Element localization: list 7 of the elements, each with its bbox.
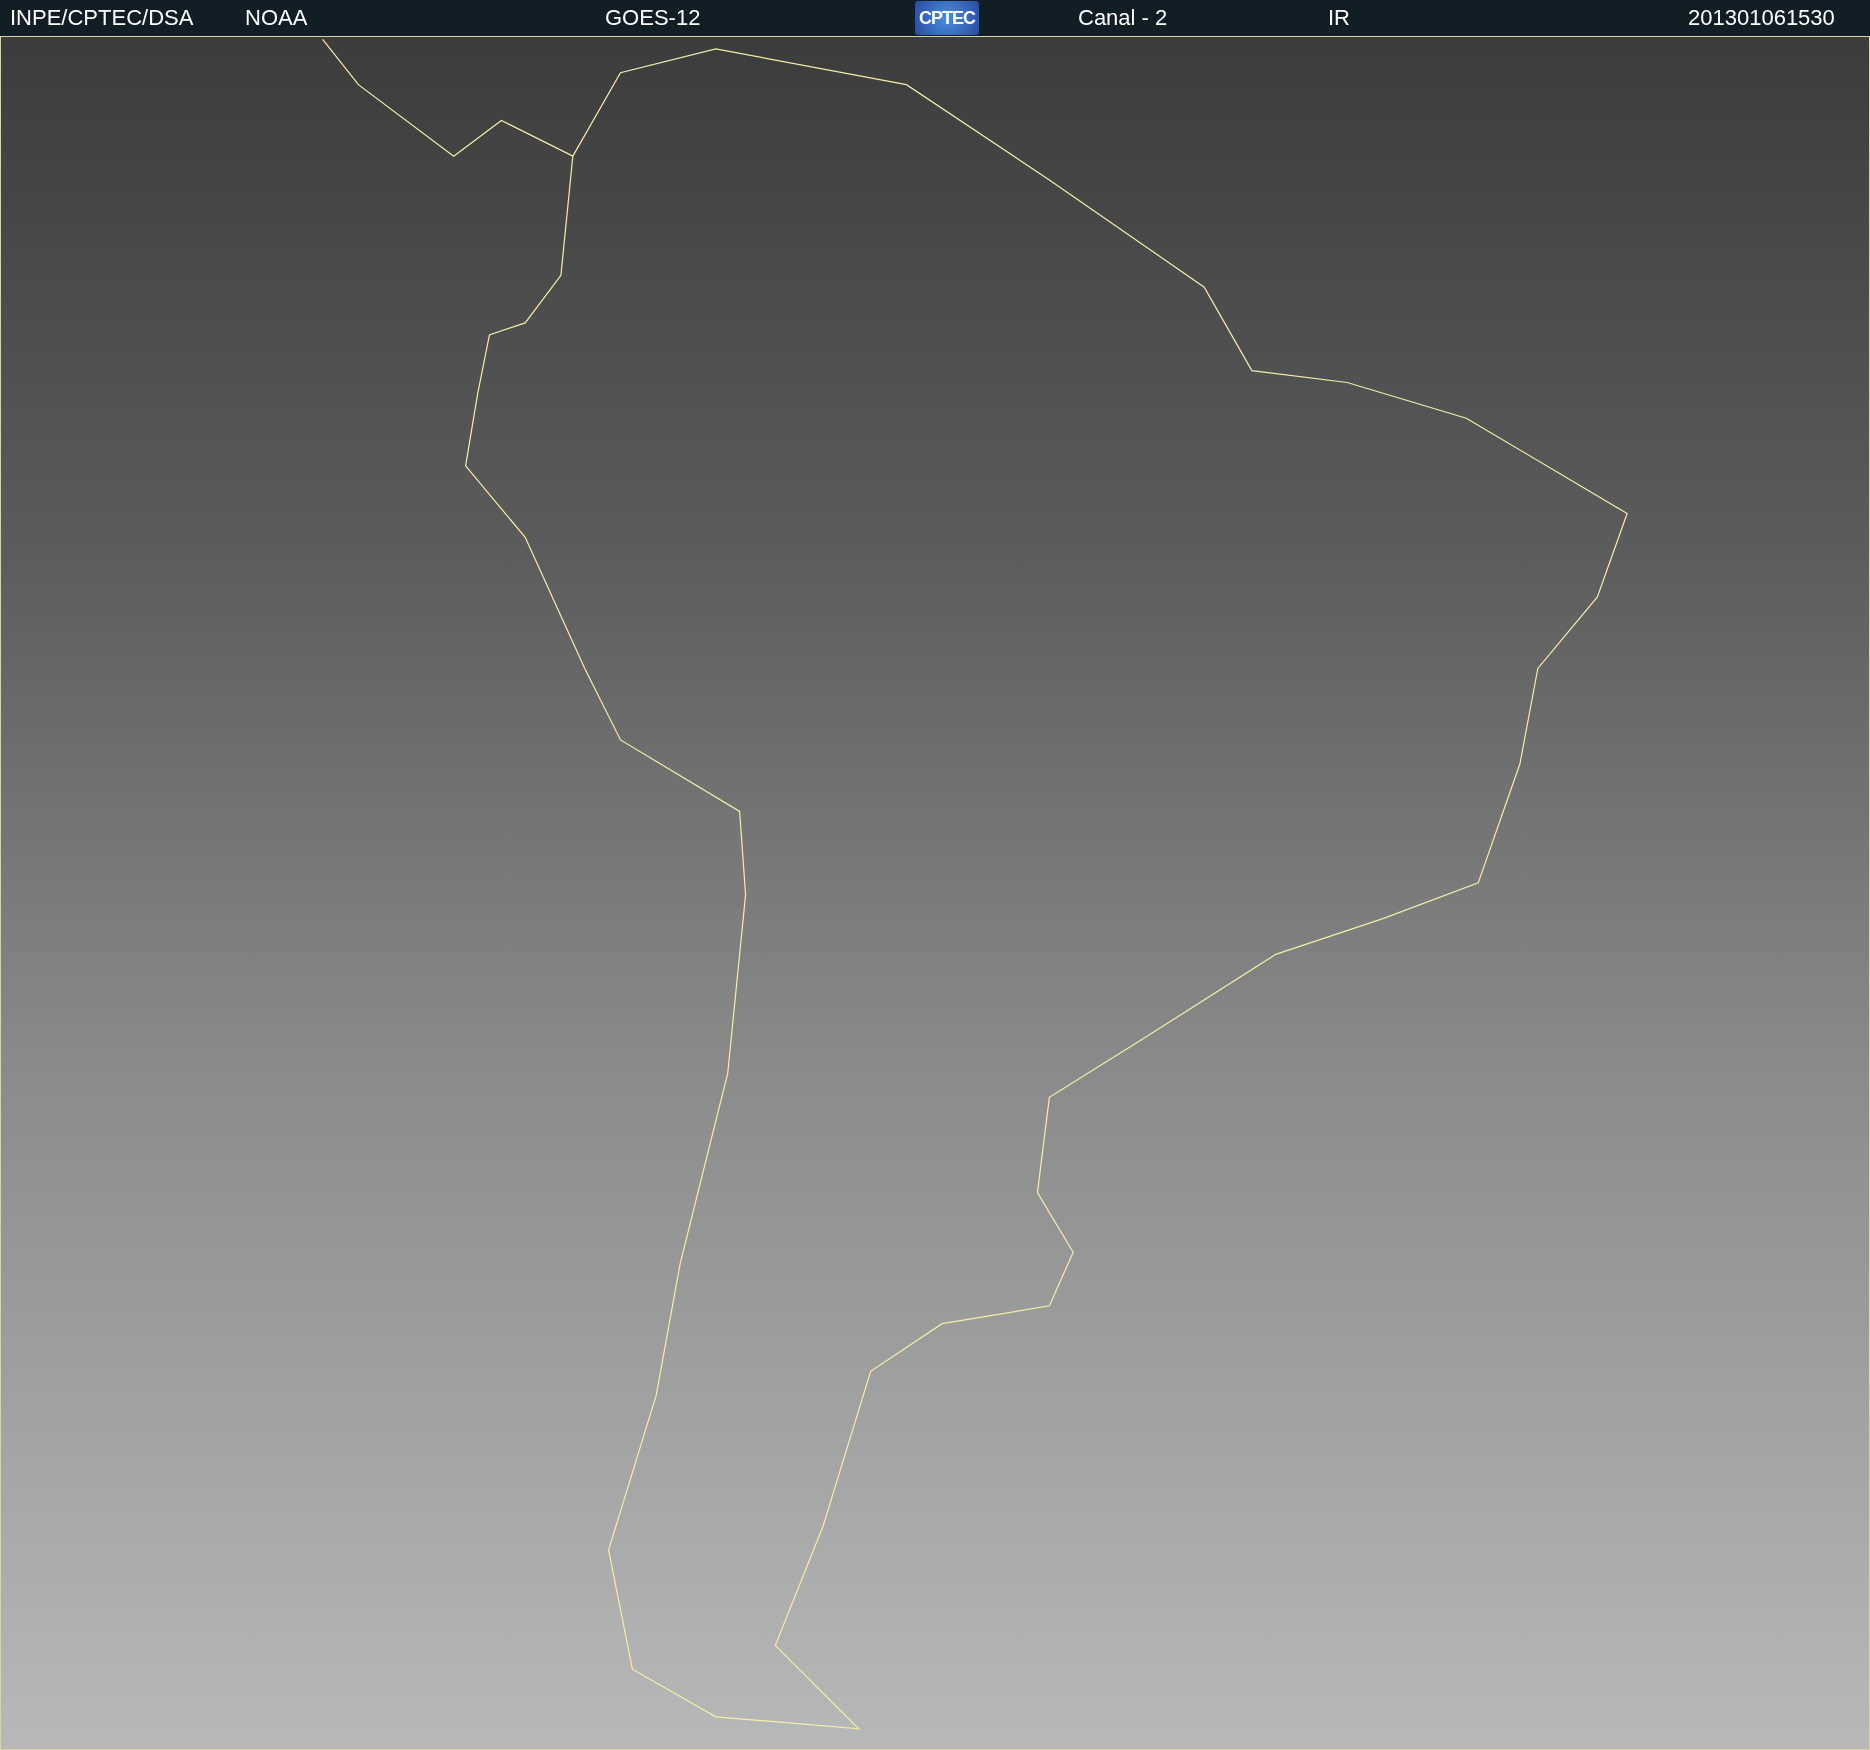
header-label: Canal - 2 bbox=[1078, 5, 1168, 31]
logo: CPTEC bbox=[915, 1, 979, 35]
header-label: NOAA bbox=[245, 5, 308, 31]
header-label: GOES-12 bbox=[605, 5, 701, 31]
header-label: INPE/CPTEC/DSA bbox=[10, 5, 194, 31]
timestamp: 201301061530 bbox=[1688, 5, 1835, 31]
header-label: IR bbox=[1328, 5, 1350, 31]
